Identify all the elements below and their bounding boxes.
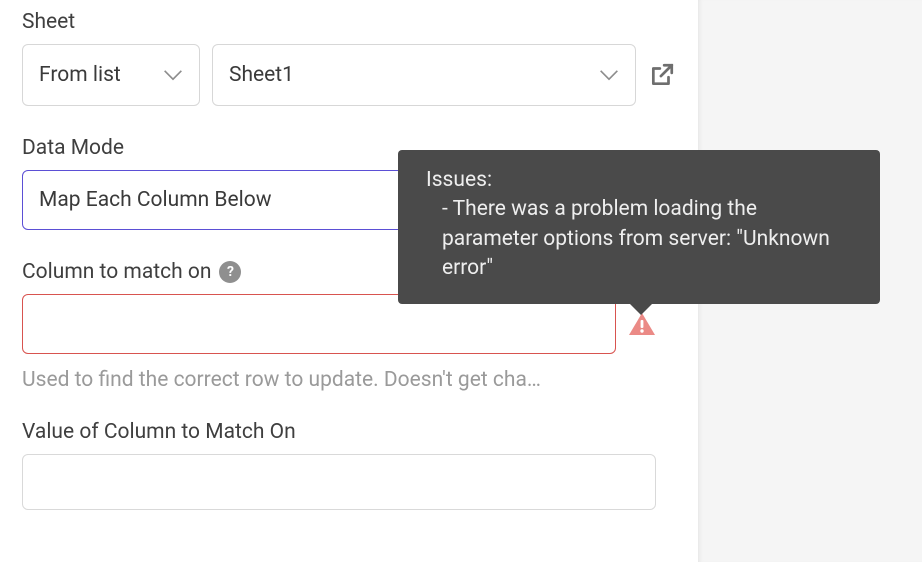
warning-icon[interactable] <box>628 312 656 336</box>
tooltip-body: - There was a problem loading the parame… <box>442 195 856 283</box>
select-sheet-name[interactable]: Sheet1 <box>212 44 636 106</box>
chevron-down-icon <box>599 69 619 81</box>
label-value-match: Value of Column to Match On <box>22 420 676 444</box>
row-sheet: From list Sheet1 <box>22 44 676 106</box>
open-external-icon[interactable] <box>648 61 676 89</box>
input-value-match[interactable] <box>22 454 656 510</box>
field-sheet: Sheet From list Sheet1 <box>22 10 676 106</box>
tooltip-title: Issues: <box>426 166 856 195</box>
label-sheet: Sheet <box>22 10 676 34</box>
hint-column-match: Used to find the correct row to update. … <box>22 368 658 392</box>
error-tooltip: Issues: - There was a problem loading th… <box>398 150 880 304</box>
help-icon[interactable]: ? <box>219 261 241 283</box>
input-value-match-field[interactable] <box>39 455 639 509</box>
input-column-match-field[interactable] <box>39 295 599 353</box>
select-sheet-mode[interactable]: From list <box>22 44 200 106</box>
tooltip-arrow-icon <box>630 304 652 315</box>
chevron-down-icon <box>163 69 183 81</box>
field-value-match: Value of Column to Match On <box>22 420 676 510</box>
